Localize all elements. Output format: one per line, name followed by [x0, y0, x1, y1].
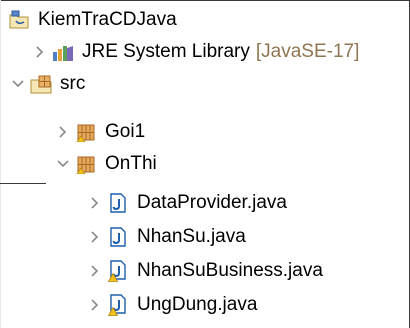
java-file-warning-icon	[107, 293, 129, 317]
tree-item-label: OnThi	[105, 153, 157, 174]
tree-item-file-nhansubusiness[interactable]: NhanSuBusiness.java	[87, 255, 323, 287]
chevron-right-icon[interactable]	[32, 36, 48, 68]
tree-item-jre-library[interactable]: JRE System Library [JavaSE-17]	[32, 36, 359, 68]
package-icon	[75, 120, 97, 144]
tree-item-label: src	[60, 73, 86, 94]
jre-version-decorator: [JavaSE-17]	[255, 41, 360, 62]
overlapping-panel-edge	[0, 183, 46, 184]
tree-item-label: NhanSuBusiness.java	[137, 260, 323, 281]
chevron-right-icon[interactable]	[87, 187, 103, 219]
tree-item-label: DataProvider.java	[137, 192, 287, 213]
java-file-icon	[107, 225, 129, 249]
library-icon	[52, 40, 74, 64]
tree-item-package-goi1[interactable]: Goi1	[55, 116, 145, 148]
tree-item-file-dataprovider[interactable]: DataProvider.java	[87, 187, 287, 219]
chevron-down-icon[interactable]	[10, 68, 26, 100]
chevron-right-icon[interactable]	[87, 255, 103, 287]
tree-item-project[interactable]: KiemTraCDJava	[8, 4, 177, 36]
tree-item-label: Goi1	[105, 121, 146, 142]
chevron-right-icon[interactable]	[55, 116, 71, 148]
panel-border-top	[0, 0, 410, 1]
tree-item-label: JRE System Library	[82, 41, 250, 62]
source-folder-icon	[30, 72, 52, 96]
chevron-down-icon[interactable]	[55, 148, 71, 180]
package-icon	[75, 152, 97, 176]
tree-item-src[interactable]: src	[10, 68, 85, 100]
chevron-right-icon[interactable]	[87, 221, 103, 253]
tree-item-label: UngDung.java	[137, 294, 258, 315]
chevron-right-icon[interactable]	[87, 289, 103, 321]
panel-border-left	[0, 0, 1, 328]
tree-item-file-nhansu[interactable]: NhanSu.java	[87, 221, 246, 253]
tree-item-package-onthi[interactable]: OnThi	[55, 148, 157, 180]
java-project-icon	[8, 8, 30, 32]
tree-item-file-ungdung[interactable]: UngDung.java	[87, 289, 257, 321]
tree-item-label: KiemTraCDJava	[38, 9, 177, 30]
tree-item-label: NhanSu.java	[137, 226, 246, 247]
java-file-icon	[107, 191, 129, 215]
java-file-warning-icon	[107, 259, 129, 283]
